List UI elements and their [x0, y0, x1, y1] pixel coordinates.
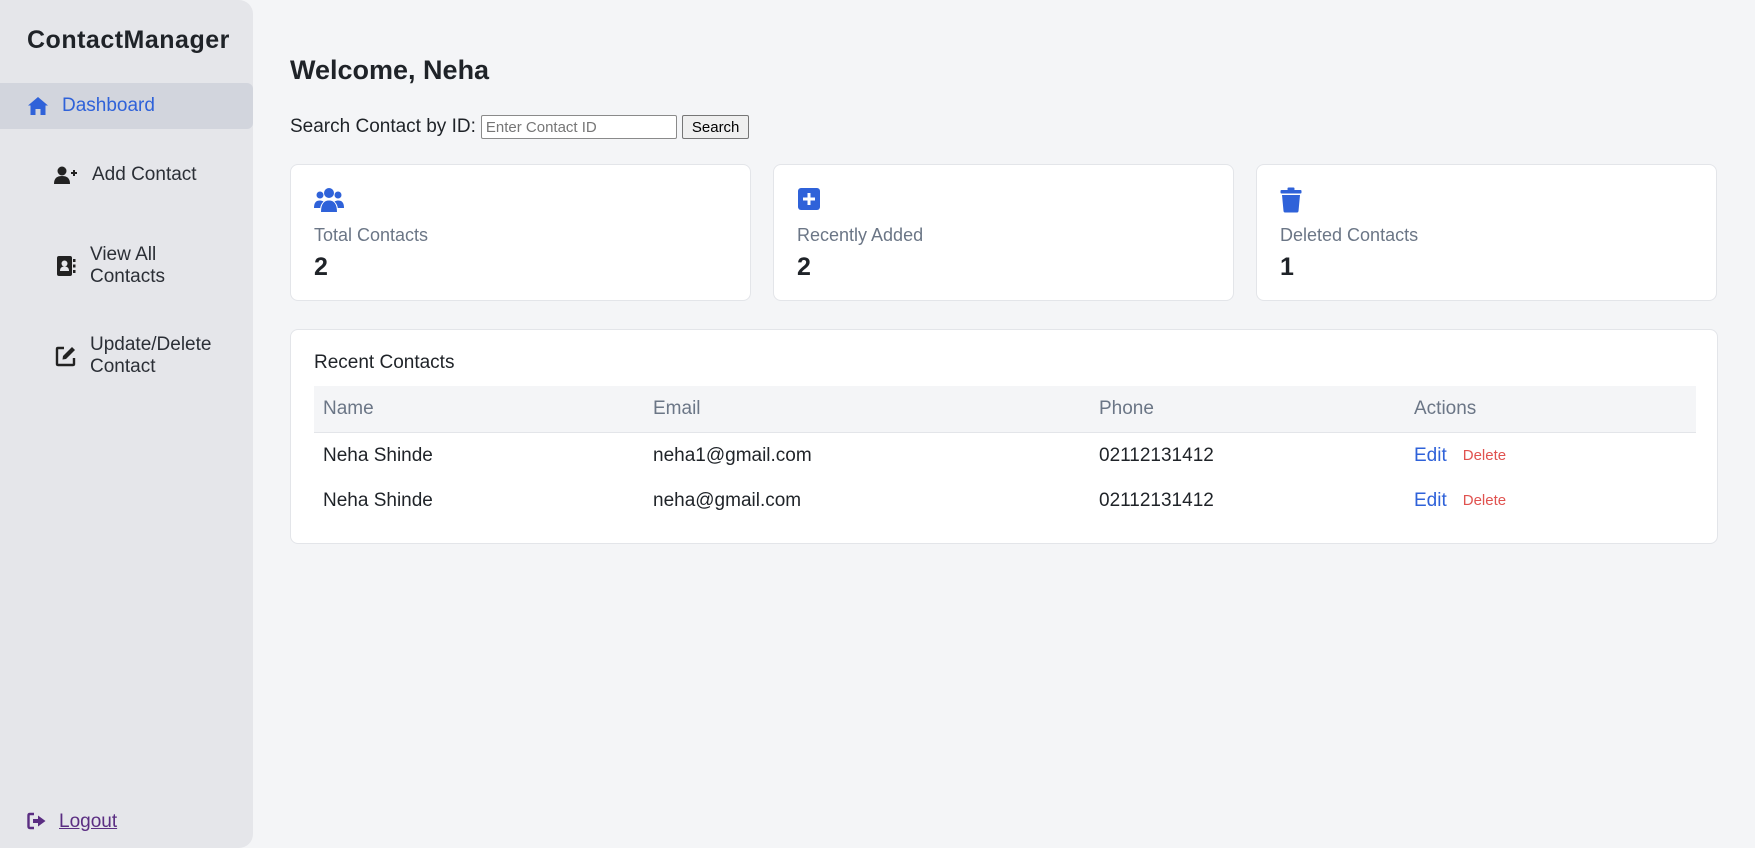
- contact-phone: 02112131412: [1099, 444, 1214, 466]
- logout-link[interactable]: Logout: [27, 811, 117, 833]
- page-title: Welcome, Neha: [290, 55, 490, 85]
- sidebar-item-view-all-contacts[interactable]: View All Contacts: [0, 242, 253, 290]
- edit-icon: [54, 344, 78, 368]
- search-label: Search Contact by ID:: [290, 116, 476, 137]
- row-actions: Edit Delete: [1414, 478, 1506, 523]
- logout-label: Logout: [59, 811, 118, 832]
- plus-square-icon: [797, 187, 827, 215]
- card-value: 1: [1280, 253, 1294, 281]
- deleted-contacts-card: Deleted Contacts 1: [1256, 164, 1717, 301]
- contact-email: neha1@gmail.com: [653, 444, 812, 466]
- card-label: Deleted Contacts: [1280, 225, 1419, 245]
- column-header-name: Name: [323, 398, 374, 419]
- panel-title: Recent Contacts: [314, 352, 455, 373]
- column-header-email: Email: [653, 398, 701, 419]
- address-book-icon: [54, 254, 78, 278]
- app-root: ContactManager Dashboard Add Contact Vie…: [0, 0, 1755, 848]
- contact-email: neha@gmail.com: [653, 489, 802, 511]
- edit-link[interactable]: Edit: [1414, 445, 1447, 467]
- sidebar-item-label: Add Contact: [92, 164, 197, 185]
- contact-phone: 02112131412: [1099, 489, 1214, 511]
- logout-icon: [27, 812, 47, 832]
- users-icon: [314, 187, 344, 215]
- recently-added-card: Recently Added 2: [773, 164, 1234, 301]
- search-button[interactable]: Search: [681, 115, 750, 139]
- brand-title: ContactManager: [27, 26, 230, 54]
- search-row: Search Contact by ID: Search: [290, 115, 750, 139]
- sidebar-item-dashboard[interactable]: Dashboard: [0, 83, 253, 129]
- contact-name: Neha Shinde: [323, 489, 433, 511]
- card-value: 2: [797, 253, 811, 281]
- table-row: Neha Shinde neha@gmail.com 02112131412 E…: [314, 478, 1696, 523]
- contact-name: Neha Shinde: [323, 444, 433, 466]
- trash-icon: [1280, 187, 1310, 215]
- sidebar: ContactManager Dashboard Add Contact Vie…: [0, 0, 253, 848]
- card-label: Recently Added: [797, 225, 924, 245]
- delete-link[interactable]: Delete: [1463, 492, 1506, 509]
- sidebar-item-update-delete-contact[interactable]: Update/Delete Contact: [0, 332, 253, 380]
- column-header-actions: Actions: [1414, 398, 1477, 419]
- table-header: Name Email Phone Actions: [314, 386, 1696, 433]
- table-row: Neha Shinde neha1@gmail.com 02112131412 …: [314, 433, 1696, 478]
- column-header-phone: Phone: [1099, 398, 1154, 419]
- recent-contacts-table: Name Email Phone Actions Neha Shinde neh…: [314, 386, 1696, 523]
- card-value: 2: [314, 253, 328, 281]
- sidebar-item-label: View All Contacts: [90, 244, 165, 287]
- row-actions: Edit Delete: [1414, 433, 1506, 478]
- recent-contacts-panel: Recent Contacts Name Email Phone Actions…: [290, 329, 1718, 544]
- user-plus-icon: [54, 163, 78, 187]
- sidebar-item-label: Dashboard: [62, 95, 155, 116]
- home-icon: [26, 94, 50, 118]
- total-contacts-card: Total Contacts 2: [290, 164, 751, 301]
- card-label: Total Contacts: [314, 225, 429, 245]
- sidebar-item-label: Update/Delete Contact: [90, 334, 212, 377]
- contact-id-search-input[interactable]: [480, 115, 677, 139]
- edit-link[interactable]: Edit: [1414, 490, 1447, 512]
- delete-link[interactable]: Delete: [1463, 447, 1506, 464]
- sidebar-item-add-contact[interactable]: Add Contact: [0, 151, 253, 199]
